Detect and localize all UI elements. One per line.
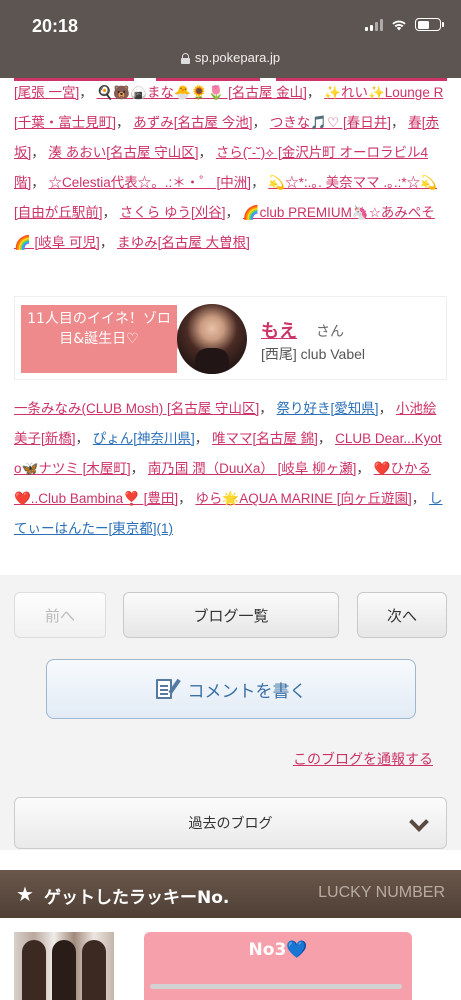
wifi-icon (392, 20, 406, 30)
star-icon: ★ (16, 882, 34, 906)
separator: ， (378, 401, 396, 416)
separator: ， (31, 145, 49, 160)
separator: ， (306, 85, 325, 100)
liker-link[interactable]: まゆみ[名古屋 大曽根] (117, 235, 250, 250)
url-text: sp.pokepara.jp (194, 50, 281, 65)
milestone-badge: 11人目のイイネ！ゾロ目&誕生日♡ (21, 305, 187, 373)
lock-icon (180, 53, 190, 64)
edit-pen-icon (155, 677, 181, 701)
separator: ， (225, 205, 243, 220)
past-blog-label: 過去のブログ (188, 816, 273, 832)
highlight-card[interactable]: 11人目のイイネ！ゾロ目&誕生日♡ もえ さん [西尾] club Vabel (14, 296, 447, 380)
separator: ， (31, 175, 49, 190)
separator: ， (251, 175, 269, 190)
write-comment-label: コメントを書く (187, 681, 307, 702)
separator: ， (79, 85, 97, 100)
liker-link[interactable]: 🍳🐻🍙まな🐣🌻🌷 [名古屋 金山] (97, 85, 307, 100)
separator: ， (259, 401, 277, 416)
prev-button[interactable]: 前へ (14, 592, 106, 638)
chevron-down-icon (409, 812, 429, 832)
status-time: 20:18 (32, 16, 79, 36)
report-blog-link[interactable]: このブログを通報する (293, 749, 433, 769)
liker-link[interactable]: あずみ[名古屋 今池] (133, 115, 252, 130)
status-bar: 20:18 (0, 0, 461, 48)
separator: ， (317, 431, 336, 446)
separator: ， (356, 461, 374, 476)
liker-link[interactable]: 祭り好き[愛知県] (277, 401, 379, 416)
write-comment-button[interactable]: コメントを書く (46, 659, 416, 719)
separator: ， (411, 491, 430, 506)
battery-icon (415, 18, 444, 31)
separator: ， (102, 205, 120, 220)
separator: ， (390, 115, 409, 130)
cellular-signal-icon (365, 18, 383, 31)
separator: ， (99, 235, 118, 250)
liker-link[interactable]: ゆら🌟AQUA MARINE [向ヶ丘遊園] (195, 491, 411, 506)
separator: ， (194, 431, 213, 446)
liker-link-list-top: [尾張 一宮]， 🍳🐻🍙まな🐣🌻🌷 [名古屋 金山]， ✨れい✨Lounge R… (14, 78, 447, 258)
next-button[interactable]: 次へ (357, 592, 447, 638)
lucky-title: ゲットしたラッキーNo. (44, 888, 230, 908)
liker-link[interactable]: つきな🎵♡ [春日井] (270, 115, 391, 130)
highlight-shop: [西尾] club Vabel (261, 346, 366, 362)
lucky-title-en: LUCKY NUMBER (318, 884, 445, 901)
separator: ， (178, 491, 196, 506)
name-suffix: さん (316, 324, 344, 340)
liker-link[interactable]: 湊 あおい[名古屋 守山区] (49, 145, 199, 160)
lucky-number-card: No3💙 (144, 932, 412, 1000)
lucky-photo[interactable] (14, 932, 114, 1000)
address-bar[interactable]: sp.pokepara.jp (0, 48, 461, 78)
liker-link[interactable]: 唯ママ[名古屋 錦] (212, 431, 318, 446)
liker-link-list-bottom: 一条みなみ(CLUB Mosh) [名古屋 守山区]， 祭り好き[愛知県]， 小… (14, 394, 447, 544)
past-blog-dropdown[interactable]: 過去のブログ (14, 797, 447, 849)
liker-link[interactable]: [尾張 一宮] (14, 85, 79, 100)
status-icons (365, 18, 444, 31)
liker-link[interactable]: ぴょん[神奈川県] (93, 431, 195, 446)
scrollbar[interactable] (150, 984, 402, 989)
highlight-name-link[interactable]: もえ (261, 317, 297, 343)
lucky-number: No3💙 (248, 940, 308, 960)
avatar[interactable] (177, 304, 247, 374)
lucky-number-header: ★ ゲットしたラッキーNo. LUCKY NUMBER (0, 870, 461, 918)
separator: ， (198, 145, 216, 160)
liker-link[interactable]: 一条みなみ(CLUB Mosh) [名古屋 守山区] (14, 401, 259, 416)
separator: ， (130, 461, 148, 476)
liker-link[interactable]: さくら ゆう[刈谷] (120, 205, 226, 220)
liker-link[interactable]: 南乃国 潤（DuuXa） [岐阜 柳ヶ瀬] (148, 461, 357, 476)
blog-list-button[interactable]: ブログ一覧 (123, 592, 339, 638)
separator: ， (252, 115, 270, 130)
separator: ， (75, 431, 93, 446)
liker-link[interactable]: ☆Celestia代表☆。.:＊・゜ [中洲] (49, 175, 252, 190)
separator: ， (116, 115, 134, 130)
